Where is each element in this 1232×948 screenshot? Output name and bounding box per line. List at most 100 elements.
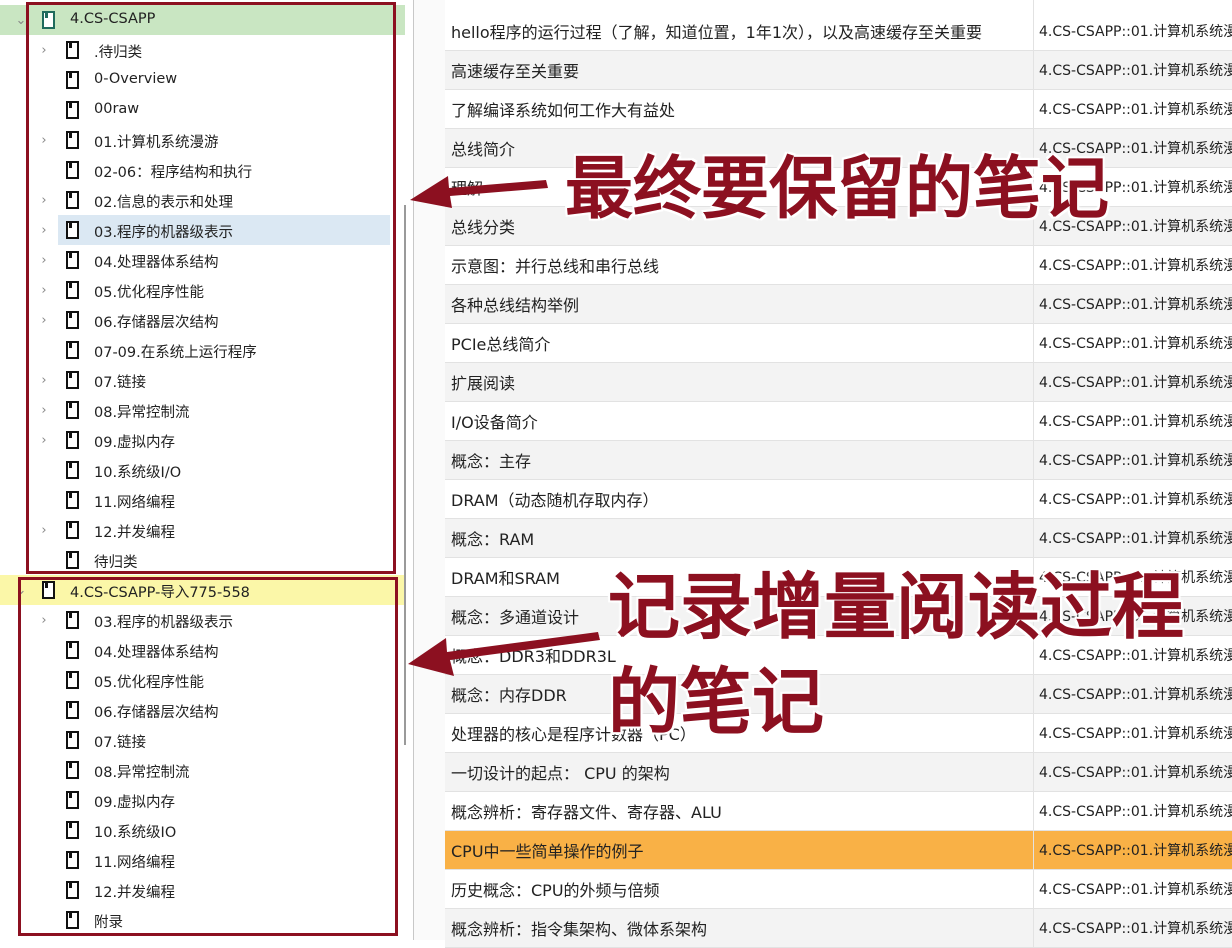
note-path: 4.CS-CSAPP::01.计算机系统漫游 xyxy=(1039,843,1232,859)
tree-item[interactable]: › 08.异常控制流 xyxy=(0,395,405,425)
chevron-right-icon[interactable]: › xyxy=(37,433,51,448)
note-row[interactable]: hello程序的运行过程（了解，知道位置，1年1次），以及高速缓存至关重要 4.C… xyxy=(445,12,1232,51)
tree-item-label: 05.优化程序性能 xyxy=(94,285,205,301)
notebook-icon xyxy=(66,401,79,419)
note-row[interactable]: 历史概念：CPU的外频与倍频 4.CS-CSAPP::01.计算机系统漫游 xyxy=(445,870,1232,909)
note-title: 扩展阅读 xyxy=(451,374,516,393)
notebook-icon xyxy=(66,101,79,119)
notebook-icon xyxy=(66,611,79,629)
chevron-right-icon[interactable]: › xyxy=(37,253,51,268)
tree-item[interactable]: › 12.并发编程 xyxy=(0,515,405,545)
tree-item[interactable]: › 09.虚拟内存 xyxy=(0,425,405,455)
note-row[interactable]: I/O设备简介 4.CS-CSAPP::01.计算机系统漫游 xyxy=(445,402,1232,441)
chevron-down-icon[interactable]: ⌄ xyxy=(14,13,28,28)
notebook-icon xyxy=(66,311,79,329)
note-path: 4.CS-CSAPP::01.计算机系统漫游 xyxy=(1039,63,1232,79)
notebook-icon xyxy=(66,521,79,539)
tree-item-label: 待归类 xyxy=(94,555,138,571)
tree-item[interactable]: 07.链接 xyxy=(0,725,405,755)
tree-item[interactable]: › 06.存储器层次结构 xyxy=(0,305,405,335)
note-title: I/O设备简介 xyxy=(451,413,538,432)
tree-item-label: 04.处理器体系结构 xyxy=(94,645,219,661)
note-row[interactable]: CPU中一些简单操作的例子 4.CS-CSAPP::01.计算机系统漫游 xyxy=(445,831,1232,870)
tree-item[interactable]: 09.虚拟内存 xyxy=(0,785,405,815)
chevron-right-icon[interactable]: › xyxy=(37,193,51,208)
chevron-right-icon[interactable]: › xyxy=(37,523,51,538)
tree-item[interactable]: 11.网络编程 xyxy=(0,845,405,875)
tree-item[interactable]: 10.系统级I/O xyxy=(0,455,405,485)
chevron-right-icon[interactable]: › xyxy=(37,373,51,388)
note-row[interactable]: 扩展阅读 4.CS-CSAPP::01.计算机系统漫游 xyxy=(445,363,1232,402)
note-path: 4.CS-CSAPP::01.计算机系统漫游 xyxy=(1039,765,1232,781)
keep-notes-annotation: 最终要保留的笔记 xyxy=(565,150,1110,229)
notebook-icon xyxy=(66,911,79,929)
note-row[interactable]: 高速缓存至关重要 4.CS-CSAPP::01.计算机系统漫游 xyxy=(445,51,1232,90)
chevron-right-icon[interactable]: › xyxy=(37,43,51,58)
note-path: 4.CS-CSAPP::01.计算机系统漫游 xyxy=(1039,453,1232,469)
chevron-right-icon[interactable]: › xyxy=(37,133,51,148)
tree-notebook-root[interactable]: ⌄ 4.CS-CSAPP xyxy=(0,5,405,35)
tree-item[interactable]: 10.系统级IO xyxy=(0,815,405,845)
tree-item[interactable]: 08.异常控制流 xyxy=(0,755,405,785)
tree-item[interactable]: 12.并发编程 xyxy=(0,875,405,905)
tree-item[interactable]: 0-Overview xyxy=(0,65,405,95)
note-row[interactable]: 概念：内存DDR 4.CS-CSAPP::01.计算机系统漫游 xyxy=(445,675,1232,714)
tree-item[interactable]: › .待归类 xyxy=(0,35,405,65)
tree-item[interactable]: › 01.计算机系统漫游 xyxy=(0,125,405,155)
note-row[interactable]: 概念辨析：指令集架构、微体系架构 4.CS-CSAPP::01.计算机系统漫游 xyxy=(445,909,1232,948)
notebook-icon xyxy=(66,461,79,479)
tree-item[interactable]: › 04.处理器体系结构 xyxy=(0,245,405,275)
tree-item[interactable]: 附录 xyxy=(0,905,405,935)
note-row[interactable]: 概念：主存 4.CS-CSAPP::01.计算机系统漫游 xyxy=(445,441,1232,480)
note-title: DRAM（动态随机存取内存） xyxy=(451,491,659,510)
tree-item[interactable]: 06.存储器层次结构 xyxy=(0,695,405,725)
tree-item-label: 12.并发编程 xyxy=(94,885,176,901)
note-path: 4.CS-CSAPP::01.计算机系统漫游 xyxy=(1039,531,1232,547)
tree-notebook-root[interactable]: ⌄ 4.CS-CSAPP-导入775-558 xyxy=(0,575,405,605)
tree-item-label: 02-06：程序结构和执行 xyxy=(94,165,253,181)
tree-scrollbar[interactable] xyxy=(404,205,406,745)
chevron-right-icon[interactable]: › xyxy=(37,313,51,328)
chevron-right-icon[interactable]: › xyxy=(37,283,51,298)
note-row[interactable]: 处理器的核心是程序计数器（PC） 4.CS-CSAPP::01.计算机系统漫游 xyxy=(445,714,1232,753)
notebook-icon xyxy=(66,551,79,569)
tree-item[interactable]: 11.网络编程 xyxy=(0,485,405,515)
tree-item-label: 11.网络编程 xyxy=(94,495,176,511)
tree-item[interactable]: 00raw xyxy=(0,95,405,125)
note-row[interactable]: PCIe总线简介 4.CS-CSAPP::01.计算机系统漫游 xyxy=(445,324,1232,363)
chevron-right-icon[interactable]: › xyxy=(37,403,51,418)
chevron-down-icon[interactable]: ⌄ xyxy=(14,583,28,598)
increment-notes-annotation-line1: 记录增量阅读过程 xyxy=(608,565,1185,649)
tree-item-label: 07.链接 xyxy=(94,735,147,751)
tree-item[interactable]: › 02.信息的表示和处理 xyxy=(0,185,405,215)
note-row[interactable]: 一切设计的起点： CPU 的架构 4.CS-CSAPP::01.计算机系统漫游 xyxy=(445,753,1232,792)
notebook-icon xyxy=(66,221,79,239)
note-row[interactable]: 示意图：并行总线和串行总线 4.CS-CSAPP::01.计算机系统漫游 xyxy=(445,246,1232,285)
note-row[interactable]: DRAM（动态随机存取内存） 4.CS-CSAPP::01.计算机系统漫游 xyxy=(445,480,1232,519)
note-path: 4.CS-CSAPP::01.计算机系统漫游 xyxy=(1039,687,1232,703)
tree-item[interactable]: › 05.优化程序性能 xyxy=(0,275,405,305)
note-row[interactable]: 概念辨析：寄存器文件、寄存器、ALU 4.CS-CSAPP::01.计算机系统漫游 xyxy=(445,792,1232,831)
tree-item-label: 07.链接 xyxy=(94,375,147,391)
tree-item[interactable]: › 03.程序的机器级表示 xyxy=(0,215,405,245)
notebook-icon xyxy=(66,191,79,209)
note-row[interactable]: 了解编译系统如何工作大有益处 4.CS-CSAPP::01.计算机系统漫游 xyxy=(445,90,1232,129)
notebook-icon xyxy=(66,71,79,89)
notebook-icon xyxy=(66,701,79,719)
tree-item-label: 10.系统级I/O xyxy=(94,465,182,481)
tree-item[interactable]: 05.优化程序性能 xyxy=(0,665,405,695)
note-row[interactable]: 各种总线结构举例 4.CS-CSAPP::01.计算机系统漫游 xyxy=(445,285,1232,324)
tree-item-label: 09.虚拟内存 xyxy=(94,435,176,451)
tree-item[interactable]: › 03.程序的机器级表示 xyxy=(0,605,405,635)
note-path: 4.CS-CSAPP::01.计算机系统漫游 xyxy=(1039,804,1232,820)
note-row[interactable]: 概念：RAM 4.CS-CSAPP::01.计算机系统漫游 xyxy=(445,519,1232,558)
tree-item[interactable]: 07-09.在系统上运行程序 xyxy=(0,335,405,365)
note-path: 4.CS-CSAPP::01.计算机系统漫游 xyxy=(1039,258,1232,274)
tree-item[interactable]: 02-06：程序结构和执行 xyxy=(0,155,405,185)
chevron-right-icon[interactable]: › xyxy=(37,223,51,238)
tree-item[interactable]: 待归类 xyxy=(0,545,405,575)
tree-item[interactable]: 04.处理器体系结构 xyxy=(0,635,405,665)
chevron-right-icon[interactable]: › xyxy=(37,613,51,628)
tree-item-label: 06.存储器层次结构 xyxy=(94,315,219,331)
tree-item[interactable]: › 07.链接 xyxy=(0,365,405,395)
